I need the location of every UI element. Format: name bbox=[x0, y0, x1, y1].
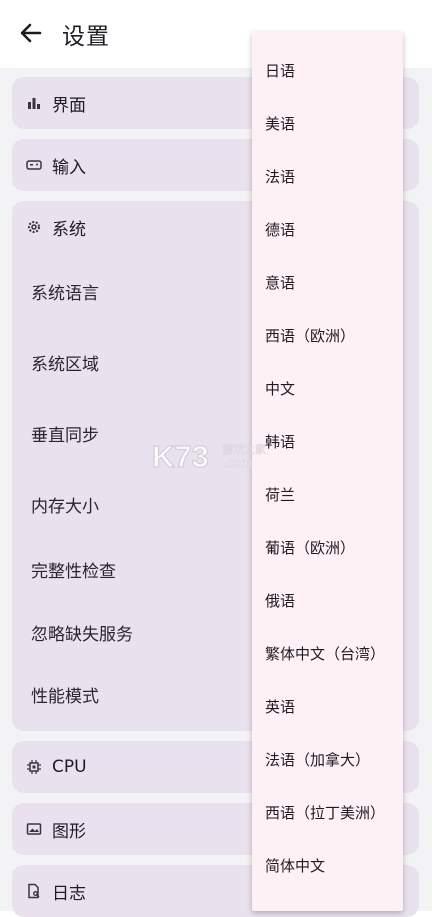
language-option-russian[interactable]: 俄语 bbox=[265, 590, 295, 611]
language-option-dutch[interactable]: 荷兰 bbox=[265, 484, 295, 505]
section-input-label: 输入 bbox=[52, 157, 86, 178]
language-option-italian[interactable]: 意语 bbox=[265, 272, 295, 293]
setting-ignore-missing-services[interactable]: 忽略缺失服务 bbox=[31, 620, 133, 645]
watermark-logo: K73 游戏之家 .com bbox=[151, 436, 282, 480]
language-option-american-english[interactable]: 美语 bbox=[265, 113, 295, 134]
gamepad-icon bbox=[26, 160, 42, 170]
setting-system-language[interactable]: 系统语言 bbox=[31, 279, 99, 304]
gear-icon bbox=[28, 221, 40, 233]
setting-memory-size[interactable]: 内存大小 bbox=[31, 492, 99, 517]
page-title: 设置 bbox=[62, 24, 110, 50]
language-option-french-canada[interactable]: 法语（加拿大） bbox=[265, 749, 370, 770]
language-option-simplified-chinese[interactable]: 简体中文 bbox=[265, 855, 325, 876]
watermark-site-name: 游戏之家 bbox=[222, 442, 266, 456]
language-option-chinese[interactable]: 中文 bbox=[265, 378, 295, 399]
setting-performance-mode[interactable]: 性能模式 bbox=[31, 682, 99, 707]
image-icon bbox=[26, 823, 42, 835]
language-option-traditional-chinese-taiwan[interactable]: 繁体中文（台湾） bbox=[265, 643, 385, 664]
section-graphics-label: 图形 bbox=[52, 821, 86, 842]
setting-integrity-check[interactable]: 完整性检查 bbox=[31, 557, 116, 582]
setting-vsync[interactable]: 垂直同步 bbox=[31, 421, 99, 446]
language-option-french[interactable]: 法语 bbox=[265, 166, 295, 187]
language-option-spanish-europe[interactable]: 西语（欧洲） bbox=[265, 325, 355, 346]
file-search-icon bbox=[28, 883, 40, 899]
section-ui-label: 界面 bbox=[52, 95, 86, 116]
language-option-portuguese-europe[interactable]: 葡语（欧洲） bbox=[265, 537, 355, 558]
back-arrow-icon[interactable] bbox=[18, 20, 44, 46]
setting-system-region[interactable]: 系统区域 bbox=[31, 350, 99, 375]
section-system-label: 系统 bbox=[52, 219, 86, 240]
chip-icon bbox=[27, 760, 41, 774]
language-option-english[interactable]: 英语 bbox=[265, 696, 295, 717]
section-log-label: 日志 bbox=[52, 883, 86, 904]
language-option-spanish-latin-america[interactable]: 西语（拉丁美洲） bbox=[265, 802, 385, 823]
watermark-k73: K73 bbox=[152, 439, 209, 474]
language-option-german[interactable]: 德语 bbox=[265, 219, 295, 240]
language-option-japanese[interactable]: 日语 bbox=[265, 60, 295, 81]
bar-chart-icon bbox=[28, 98, 40, 109]
section-cpu-label: CPU bbox=[52, 757, 87, 777]
watermark-domain: .com bbox=[224, 455, 252, 470]
